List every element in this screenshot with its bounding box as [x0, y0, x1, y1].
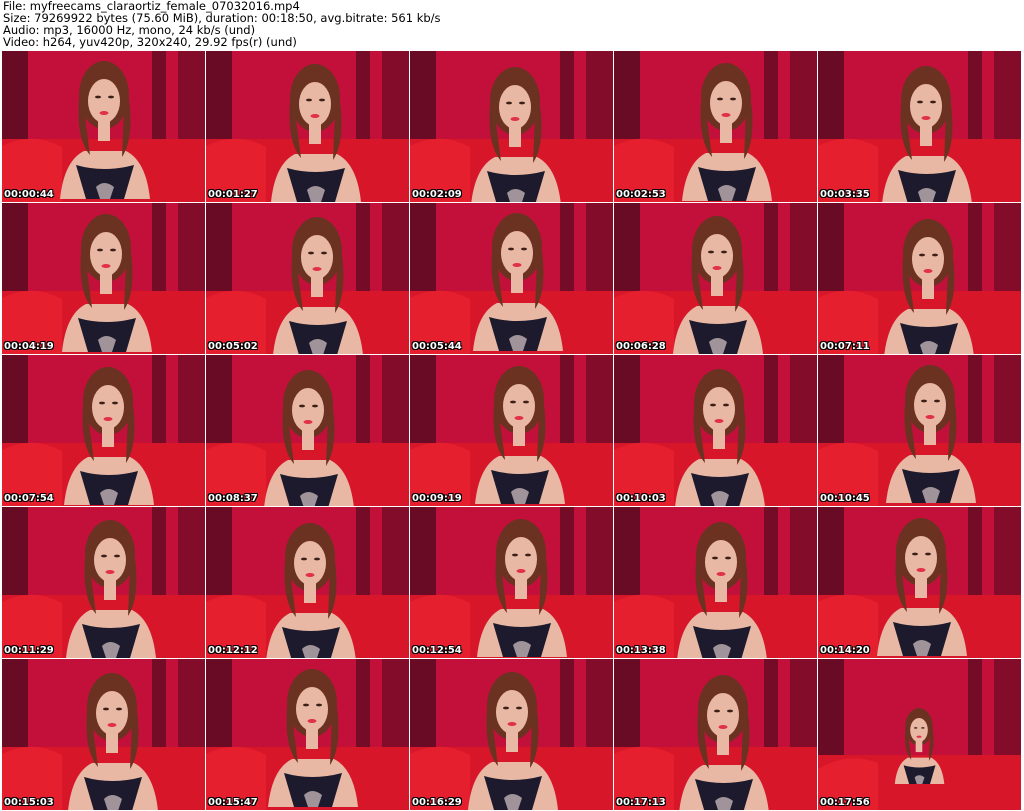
timestamp-label: 00:04:19 [4, 341, 54, 352]
frame-image [614, 203, 817, 354]
frame-image [410, 51, 613, 202]
frame-image [818, 507, 1021, 658]
timestamp-label: 00:06:28 [616, 341, 666, 352]
timestamp-label: 00:07:11 [820, 341, 870, 352]
video-thumbnail: 00:14:20 [818, 507, 1021, 658]
video-line: Video: h264, yuv420p, 320x240, 29.92 fps… [3, 35, 297, 49]
timestamp-label: 00:15:47 [208, 797, 258, 808]
frame-image [410, 355, 613, 506]
timestamp-label: 00:17:13 [616, 797, 666, 808]
video-thumbnail: 00:07:11 [818, 203, 1021, 354]
timestamp-label: 00:10:45 [820, 493, 870, 504]
frame-image [614, 507, 817, 658]
timestamp-label: 00:02:53 [616, 189, 666, 200]
video-thumbnail: 00:17:56 [818, 659, 1021, 810]
frame-image [818, 355, 1021, 506]
timestamp-label: 00:03:35 [820, 189, 870, 200]
video-thumbnail: 00:17:13 [614, 659, 817, 810]
video-thumbnail: 00:02:53 [614, 51, 817, 202]
frame-image [206, 355, 409, 506]
video-thumbnail: 00:15:47 [206, 659, 409, 810]
frame-image [614, 51, 817, 202]
video-thumbnail: 00:09:19 [410, 355, 613, 506]
thumbnail-grid: 00:00:44 00:01:27 00:02:09 00:02:53 00:0… [2, 51, 1022, 811]
frame-image [818, 203, 1021, 354]
timestamp-label: 00:02:09 [412, 189, 462, 200]
frame-image [2, 51, 205, 202]
video-thumbnail: 00:07:54 [2, 355, 205, 506]
video-thumbnail: 00:16:29 [410, 659, 613, 810]
video-thumbnail: 00:12:54 [410, 507, 613, 658]
timestamp-label: 00:14:20 [820, 645, 870, 656]
video-thumbnail: 00:00:44 [2, 51, 205, 202]
frame-image [818, 659, 1021, 810]
frame-image [206, 203, 409, 354]
video-thumbnail: 00:06:28 [614, 203, 817, 354]
frame-image [2, 507, 205, 658]
video-thumbnail: 00:05:44 [410, 203, 613, 354]
timestamp-label: 00:12:12 [208, 645, 258, 656]
timestamp-label: 00:10:03 [616, 493, 666, 504]
video-thumbnail: 00:05:02 [206, 203, 409, 354]
timestamp-label: 00:08:37 [208, 493, 258, 504]
timestamp-label: 00:01:27 [208, 189, 258, 200]
video-thumbnail: 00:13:38 [614, 507, 817, 658]
frame-image [614, 355, 817, 506]
video-thumbnail: 00:08:37 [206, 355, 409, 506]
video-thumbnail: 00:15:03 [2, 659, 205, 810]
timestamp-label: 00:11:29 [4, 645, 54, 656]
video-thumbnail: 00:12:12 [206, 507, 409, 658]
timestamp-label: 00:16:29 [412, 797, 462, 808]
file-info-header: File: myfreecams_claraortiz_female_07032… [3, 0, 1021, 50]
frame-image [2, 659, 205, 810]
timestamp-label: 00:05:02 [208, 341, 258, 352]
timestamp-label: 00:17:56 [820, 797, 870, 808]
frame-image [206, 507, 409, 658]
video-thumbnail: 00:11:29 [2, 507, 205, 658]
frame-image [818, 51, 1021, 202]
timestamp-label: 00:13:38 [616, 645, 666, 656]
video-thumbnail: 00:02:09 [410, 51, 613, 202]
frame-image [2, 355, 205, 506]
frame-image [206, 51, 409, 202]
timestamp-label: 00:09:19 [412, 493, 462, 504]
video-thumbnail: 00:10:03 [614, 355, 817, 506]
timestamp-label: 00:00:44 [4, 189, 54, 200]
video-thumbnail: 00:10:45 [818, 355, 1021, 506]
timestamp-label: 00:15:03 [4, 797, 54, 808]
video-thumbnail: 00:04:19 [2, 203, 205, 354]
video-thumbnail: 00:01:27 [206, 51, 409, 202]
frame-image [2, 203, 205, 354]
frame-image [410, 659, 613, 810]
frame-image [206, 659, 409, 810]
frame-image [410, 203, 613, 354]
timestamp-label: 00:05:44 [412, 341, 462, 352]
frame-image [614, 659, 817, 810]
frame-image [410, 507, 613, 658]
timestamp-label: 00:07:54 [4, 493, 54, 504]
timestamp-label: 00:12:54 [412, 645, 462, 656]
video-thumbnail: 00:03:35 [818, 51, 1021, 202]
